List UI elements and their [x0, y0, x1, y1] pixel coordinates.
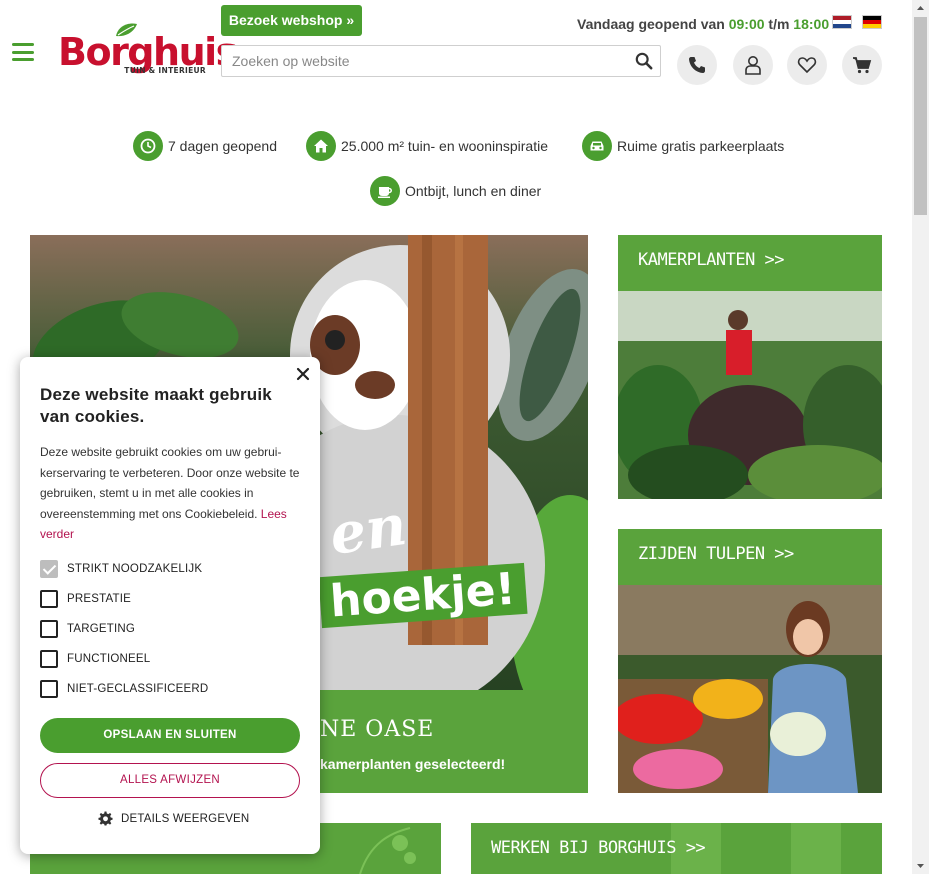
- usp-label: Ruime gratis parkeerplaats: [617, 138, 785, 154]
- tile-zijden-tulpen[interactable]: ZIJDEN TULPEN >>: [618, 529, 882, 793]
- checkbox[interactable]: [40, 560, 58, 578]
- coffee-icon: [370, 176, 400, 206]
- hero-caption-title: NE OASE: [320, 717, 435, 742]
- scroll-up-arrow-icon[interactable]: [912, 0, 929, 17]
- tile-werken-bij[interactable]: WERKEN BIJ BORGHUIS >>: [471, 823, 882, 874]
- scroll-thumb[interactable]: [914, 17, 927, 215]
- tile-kamerplanten[interactable]: KAMERPLANTEN >>: [618, 235, 882, 499]
- gear-icon: [98, 811, 113, 826]
- usp-label: 25.000 m² tuin- en wooninspiratie: [341, 138, 549, 154]
- cookie-option-unclassified[interactable]: NIET-GECLASSIFICEERD: [40, 680, 208, 698]
- phone-icon: [689, 57, 705, 73]
- checkbox[interactable]: [40, 620, 58, 638]
- page-scrollbar[interactable]: [912, 0, 929, 874]
- save-and-close-button[interactable]: OPSLAAN EN SLUITEN: [40, 718, 300, 753]
- flag-de-icon[interactable]: [862, 15, 882, 29]
- usp-label: 7 dagen geopend: [168, 138, 277, 154]
- opening-time: 09:00: [728, 16, 765, 32]
- checkbox-label: PRESTATIE: [67, 593, 131, 605]
- home-icon: [306, 131, 336, 161]
- cookie-option-functional[interactable]: FUNCTIONEEL: [40, 650, 150, 668]
- hero-slogan-line1: en: [325, 492, 411, 568]
- usp-label: Ontbijt, lunch en diner: [405, 183, 542, 199]
- show-details-button[interactable]: DETAILS WEERGEVEN: [98, 811, 249, 826]
- cookie-title: Deze website maakt gebruik van cookies.: [40, 385, 272, 426]
- search-bar: [221, 45, 661, 77]
- opening-prefix: Vandaag geopend van: [577, 16, 729, 32]
- hero-caption-subtitle: kamerplanten geselecteerd!: [320, 756, 506, 772]
- cookie-option-strictly-necessary[interactable]: STRIKT NOODZAKELIJK: [40, 560, 202, 578]
- checkbox-label: TARGETING: [67, 623, 136, 635]
- search-icon[interactable]: [635, 52, 653, 70]
- reject-all-button[interactable]: ALLES AFWIJZEN: [40, 763, 300, 798]
- show-details-label: DETAILS WEERGEVEN: [121, 812, 250, 825]
- close-icon[interactable]: [296, 367, 310, 381]
- visit-webshop-button[interactable]: Bezoek webshop »: [221, 5, 362, 36]
- search-input[interactable]: [222, 46, 622, 76]
- heart-icon: [797, 57, 817, 74]
- cookie-description: Deze website gebruikt cookies om uw gebr…: [40, 442, 305, 545]
- cart-button[interactable]: [842, 45, 882, 85]
- checkbox-label: NIET-GECLASSIFICEERD: [67, 683, 209, 695]
- wishlist-button[interactable]: [787, 45, 827, 85]
- checkbox[interactable]: [40, 680, 58, 698]
- cookie-option-performance[interactable]: PRESTATIE: [40, 590, 131, 608]
- checkbox[interactable]: [40, 650, 58, 668]
- account-icon: [745, 56, 761, 75]
- clock-icon: [133, 131, 163, 161]
- usp-inspiration: 25.000 m² tuin- en wooninspiratie: [306, 131, 548, 161]
- phone-button[interactable]: [677, 45, 717, 85]
- tile-title: ZIJDEN TULPEN >>: [638, 544, 794, 564]
- opening-hours: Vandaag geopend van 09:00 t/m 18:00: [577, 16, 829, 32]
- opening-middle: t/m: [764, 16, 794, 32]
- tile-title: WERKEN BIJ BORGHUIS >>: [491, 838, 706, 858]
- logo-subtitle: TUIN & INTERIEUR: [124, 66, 206, 75]
- cart-icon: [853, 57, 872, 74]
- usp-restaurant: Ontbijt, lunch en diner: [370, 176, 541, 206]
- logo[interactable]: Borghuis TUIN & INTERIEUR: [58, 23, 238, 80]
- closing-time: 18:00: [793, 16, 830, 32]
- usp-parking: Ruime gratis parkeerplaats: [582, 131, 784, 161]
- checkbox-label: FUNCTIONEEL: [67, 653, 151, 665]
- cookie-option-targeting[interactable]: TARGETING: [40, 620, 135, 638]
- checkbox-label: STRIKT NOODZAKELIJK: [67, 563, 203, 575]
- car-icon: [582, 131, 612, 161]
- scroll-down-arrow-icon[interactable]: [912, 857, 929, 874]
- flag-nl-icon[interactable]: [832, 15, 852, 29]
- tile-title: KAMERPLANTEN >>: [638, 250, 785, 270]
- usp-open-days: 7 dagen geopend: [133, 131, 277, 161]
- checkbox[interactable]: [40, 590, 58, 608]
- account-button[interactable]: [733, 45, 773, 85]
- cookie-consent-dialog: Deze website maakt gebruik van cookies. …: [20, 357, 320, 854]
- menu-hamburger-icon[interactable]: [12, 43, 34, 61]
